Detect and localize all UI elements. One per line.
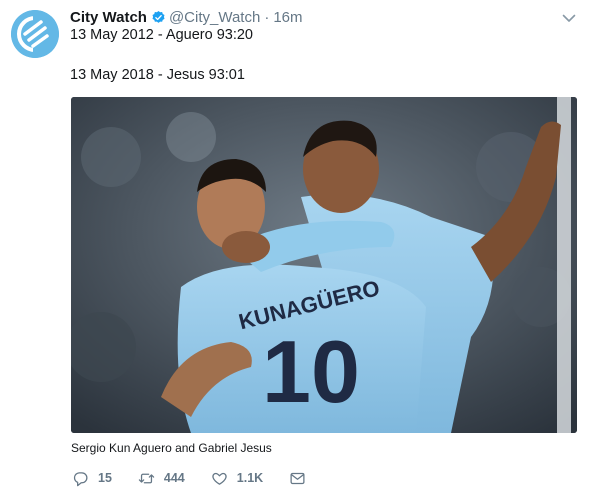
author-handle[interactable]: @City_Watch bbox=[169, 9, 260, 26]
reply-button[interactable]: 15 bbox=[72, 470, 112, 487]
timestamp[interactable]: 16m bbox=[273, 9, 302, 26]
retweet-count: 444 bbox=[163, 471, 185, 485]
tweet-header: City Watch @City_Watch · 16m bbox=[70, 7, 303, 27]
players-celebrating-image: KUNAGÜERO 10 bbox=[71, 97, 577, 433]
like-count: 1.1K bbox=[236, 471, 264, 485]
verified-badge-icon bbox=[152, 10, 165, 23]
media-caption: Sergio Kun Aguero and Gabriel Jesus bbox=[71, 441, 272, 455]
avatar[interactable] bbox=[11, 10, 59, 58]
direct-message-icon bbox=[290, 472, 305, 484]
tweet-photo[interactable]: KUNAGÜERO 10 bbox=[71, 97, 577, 433]
reply-icon bbox=[73, 471, 88, 486]
tweet: City Watch @City_Watch · 16m 13 May 2012… bbox=[0, 0, 591, 496]
like-icon bbox=[212, 472, 227, 485]
separator-dot: · bbox=[264, 8, 270, 26]
reply-count: 15 bbox=[98, 471, 112, 485]
tweet-text-line: 13 May 2018 - Jesus 93:01 bbox=[70, 67, 245, 83]
chevron-down-icon[interactable] bbox=[561, 10, 577, 26]
tweet-text-line: 13 May 2012 - Aguero 93:20 bbox=[70, 27, 253, 43]
retweet-icon bbox=[138, 473, 155, 483]
retweet-button[interactable]: 444 bbox=[138, 470, 185, 487]
tweet-actions: 15 444 1.1K bbox=[72, 468, 341, 488]
like-button[interactable]: 1.1K bbox=[211, 470, 263, 487]
jersey-number: 10 bbox=[262, 322, 360, 421]
city-watch-logo bbox=[11, 10, 59, 58]
author-name[interactable]: City Watch bbox=[70, 9, 147, 26]
direct-message-button[interactable] bbox=[289, 470, 315, 487]
